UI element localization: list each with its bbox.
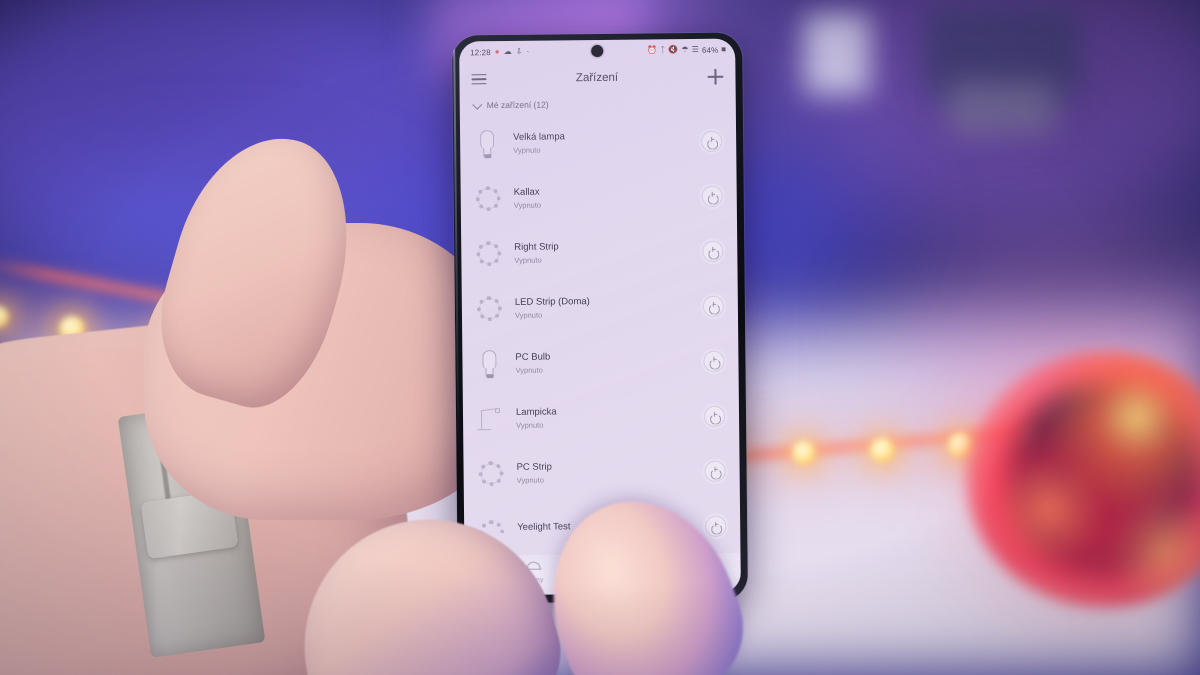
device-name: Velká lampa: [513, 131, 565, 143]
device-text: Right Strip Vypnuto: [514, 240, 691, 265]
status-bar: 12:28 ● ☁ ⇩ · ⏰ ᛏ 🔇 ☂ ☰ 64% ■: [459, 39, 735, 64]
status-time: 12:28: [470, 47, 491, 57]
front-camera-punch-hole: [591, 44, 604, 58]
device-state: Vypnuto: [513, 200, 542, 210]
dot-icon: ·: [526, 46, 530, 56]
device-group-label: Mé zařízení (12): [486, 99, 549, 111]
device-list[interactable]: Velká lampa Vypnuto Kallax Vypnuto Right…: [460, 114, 741, 557]
app-bar: Zařízení: [459, 61, 735, 96]
power-icon[interactable]: [705, 515, 727, 537]
device-name: LED Strip (Doma): [514, 296, 590, 308]
signal-icon: ☰: [691, 44, 699, 55]
cloud-icon: ☁: [503, 46, 512, 56]
photo-scene: 12:28 ● ☁ ⇩ · ⏰ ᛏ 🔇 ☂ ☰ 64% ■ Zařízení M…: [0, 0, 1200, 675]
wifi-icon: ☂: [681, 45, 689, 55]
chevron-down-icon: [472, 99, 483, 110]
device-state: Vypnuto: [514, 255, 542, 265]
power-icon[interactable]: [704, 460, 726, 482]
alert-icon: ●: [494, 47, 500, 57]
device-name: Lampicka: [515, 406, 557, 418]
device-state: Vypnuto: [516, 475, 544, 485]
device-row-led-strip-doma[interactable]: LED Strip (Doma) Vypnuto: [462, 279, 739, 337]
device-row-velka-lampa[interactable]: Velká lampa Vypnuto: [460, 114, 737, 172]
power-icon[interactable]: [701, 130, 723, 152]
device-group-header[interactable]: Mé zařízení (12): [460, 93, 736, 117]
device-text: LED Strip (Doma) Vypnuto: [515, 295, 692, 320]
battery-level: 64%: [701, 45, 719, 55]
bulb-icon: [474, 347, 504, 381]
power-icon[interactable]: [702, 295, 724, 317]
device-text: PC Strip Vypnuto: [517, 460, 694, 485]
download-icon: ⇩: [515, 46, 523, 56]
bg-cup-object: [804, 13, 870, 95]
desklamp-icon: [475, 402, 505, 436]
status-bar-left: 12:28 ● ☁ ⇩ ·: [470, 47, 529, 57]
strip-icon: [475, 456, 505, 490]
device-text: Velká lampa Vypnuto: [513, 130, 690, 155]
alarm-icon: ⏰: [647, 45, 658, 55]
bluetooth-icon: ᛏ: [660, 45, 666, 55]
device-state: Vypnuto: [515, 365, 543, 375]
bg-pot-object: [948, 81, 1056, 135]
mute-icon: 🔇: [668, 45, 679, 55]
strip-icon: [473, 182, 503, 216]
strip-icon: [473, 237, 503, 271]
battery-icon: ■: [721, 44, 727, 54]
power-icon[interactable]: [702, 240, 724, 262]
device-text: Kallax Vypnuto: [514, 185, 691, 210]
device-name: Kallax: [513, 186, 540, 198]
device-row-kallax[interactable]: Kallax Vypnuto: [460, 169, 737, 227]
device-state: Vypnuto: [513, 145, 541, 155]
device-row-pc-strip[interactable]: PC Strip Vypnuto: [463, 444, 740, 502]
power-icon[interactable]: [701, 185, 723, 207]
device-text: PC Bulb Vypnuto: [515, 350, 692, 375]
hamburger-icon[interactable]: [471, 73, 487, 85]
device-state: Vypnuto: [514, 310, 543, 320]
status-bar-right: ⏰ ᛏ 🔇 ☂ ☰ 64% ■: [647, 45, 726, 55]
device-row-pc-bulb[interactable]: PC Bulb Vypnuto: [462, 334, 739, 392]
bulb-icon: [472, 127, 502, 161]
device-state: Vypnuto: [516, 420, 544, 430]
device-name: PC Bulb: [515, 351, 551, 363]
strip-icon: [474, 292, 504, 326]
device-text: Lampicka Vypnuto: [516, 405, 693, 430]
power-icon[interactable]: [703, 405, 726, 427]
power-icon[interactable]: [703, 350, 725, 372]
device-name: PC Strip: [516, 461, 552, 473]
device-row-right-strip[interactable]: Right Strip Vypnuto: [461, 224, 738, 282]
device-name: Right Strip: [514, 241, 559, 253]
plus-icon[interactable]: [707, 69, 723, 85]
page-title: Zařízení: [575, 71, 619, 85]
device-row-lampicka[interactable]: Lampicka Vypnuto: [463, 389, 740, 447]
